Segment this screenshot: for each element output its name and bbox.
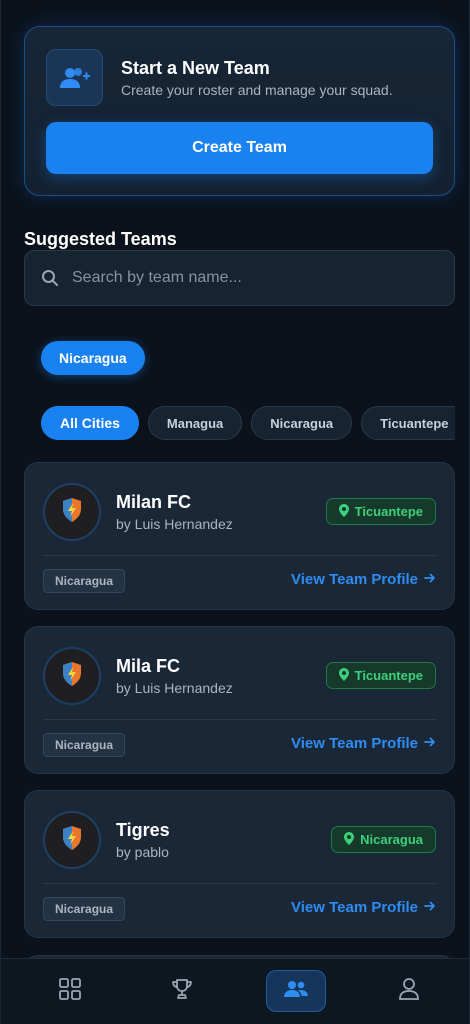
country-filter-chip[interactable]: Nicaragua [41, 341, 145, 375]
city-chip-managua[interactable]: Managua [147, 406, 243, 440]
nav-dashboard[interactable] [40, 970, 100, 1012]
arrow-right-icon [424, 899, 436, 916]
location-badge: Ticuantepe [325, 662, 436, 689]
search-icon [41, 269, 59, 292]
arrow-right-icon [424, 735, 436, 752]
city-chip-ticuantepe[interactable]: Ticuantepe [361, 406, 455, 440]
team-card[interactable]: Tigres by pablo Nicaragua Nicaragua View… [24, 790, 455, 938]
location-label: Ticuantepe [354, 504, 423, 519]
view-team-profile-label: View Team Profile [291, 899, 418, 916]
location-badge: Nicaragua [331, 826, 436, 853]
location-label: Nicaragua [360, 832, 423, 847]
create-team-button[interactable]: Create Team [46, 122, 433, 174]
nav-profile[interactable] [379, 970, 439, 1012]
team-avatar [43, 483, 101, 541]
map-pin-icon [338, 503, 349, 520]
team-card[interactable]: Mila FC by Luis Hernandez Ticuantepe Nic… [24, 626, 455, 774]
city-filter-row: All Cities Managua Nicaragua Ticuantepe [41, 406, 455, 440]
team-name: Tigres [116, 820, 170, 840]
team-owner: by pablo [116, 844, 169, 860]
new-team-card: Start a New Team Create your roster and … [24, 26, 455, 196]
map-pin-icon [344, 831, 355, 848]
nav-tournaments[interactable] [152, 970, 212, 1012]
city-chip-all[interactable]: All Cities [41, 406, 139, 440]
team-icon [284, 980, 308, 1003]
bottom-nav [1, 958, 469, 1024]
team-avatar [43, 647, 101, 705]
app-screen: Start a New Team Create your roster and … [0, 0, 470, 1024]
view-team-profile-link[interactable]: View Team Profile [291, 571, 436, 588]
view-team-profile-link[interactable]: View Team Profile [291, 735, 436, 752]
arrow-right-icon [424, 571, 436, 588]
country-tag: Nicaragua [43, 569, 126, 593]
team-owner: by Luis Hernandez [116, 516, 233, 532]
view-team-profile-label: View Team Profile [291, 735, 418, 752]
trophy-icon [170, 977, 194, 1006]
section-title: Suggested Teams [24, 229, 177, 249]
country-tag: Nicaragua [43, 897, 126, 921]
search-input[interactable] [72, 251, 442, 305]
city-chip-nicaragua[interactable]: Nicaragua [251, 406, 353, 440]
add-user-icon [46, 49, 103, 106]
divider [43, 719, 436, 720]
nav-teams[interactable] [266, 970, 326, 1012]
dashboard-icon [59, 977, 81, 1005]
divider [43, 883, 436, 884]
team-avatar [43, 811, 101, 869]
location-label: Ticuantepe [354, 668, 423, 683]
profile-icon [398, 977, 420, 1006]
team-name: Mila FC [116, 656, 181, 676]
map-pin-icon [338, 667, 349, 684]
view-team-profile-label: View Team Profile [291, 571, 418, 588]
new-team-title: Start a New Team [121, 58, 270, 78]
new-team-subtitle: Create your roster and manage your squad… [121, 82, 393, 98]
location-badge: Ticuantepe [325, 498, 436, 525]
team-name: Milan FC [116, 492, 191, 512]
team-owner: by Luis Hernandez [116, 680, 233, 696]
divider [43, 555, 436, 556]
team-card[interactable]: Milan FC by Luis Hernandez Ticuantepe Ni… [24, 462, 455, 610]
shield-bolt-icon [61, 661, 83, 692]
country-tag: Nicaragua [43, 733, 126, 757]
shield-bolt-icon [61, 825, 83, 856]
shield-bolt-icon [61, 497, 83, 528]
search-box[interactable] [24, 250, 455, 306]
view-team-profile-link[interactable]: View Team Profile [291, 899, 436, 916]
